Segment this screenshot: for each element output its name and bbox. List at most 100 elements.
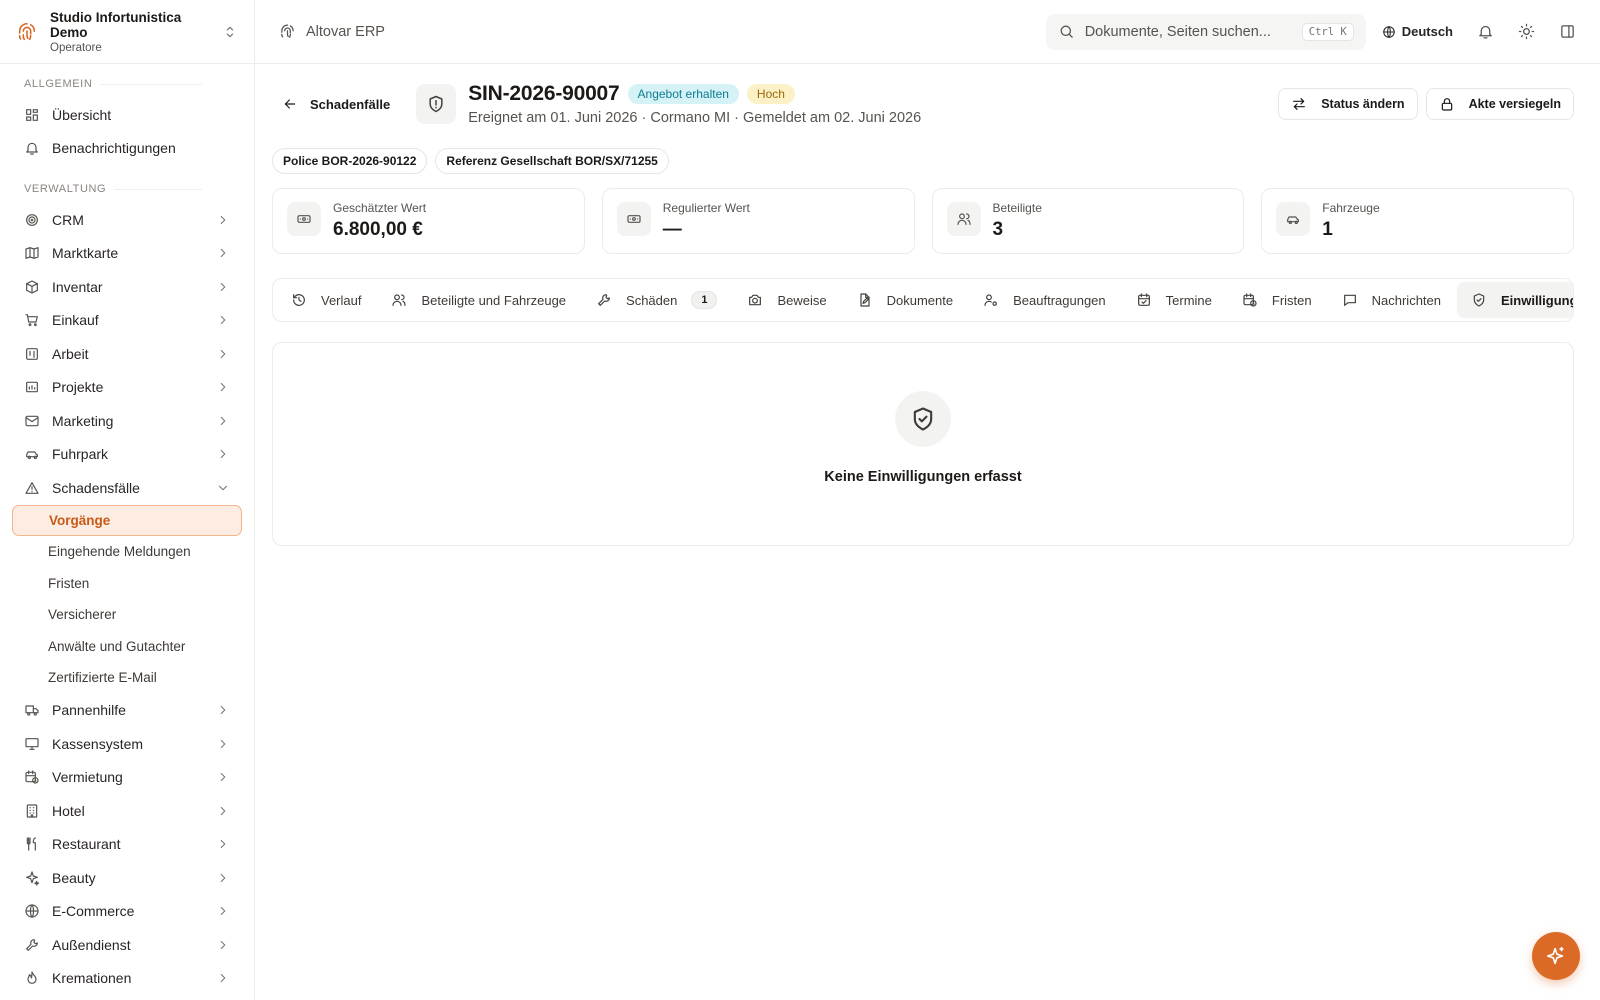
stat-card-settled-value: Regulierter Wert — [601,188,915,254]
car-icon [24,446,40,462]
sidebar-subitem-cases[interactable]: Vorgänge [12,504,242,536]
back-button[interactable]: Schadenfälle [282,96,390,112]
target-icon [24,212,40,228]
sidebar-item-field-service[interactable]: Außendienst [0,928,254,962]
tab-parties-vehicles[interactable]: Beteiligte und Fahrzeuge [377,282,580,318]
tab-label: Beauftragungen [1013,292,1106,308]
tab-label: Termine [1165,292,1212,308]
banknote-icon [287,202,321,236]
sidebar-item-label: Übersicht [52,106,112,123]
section-label-management: VERWALTUNG [0,175,254,203]
sidebar-item-restaurant[interactable]: Restaurant [0,828,254,862]
sidebar-subitem-deadlines[interactable]: Fristen [0,568,254,600]
sidebar-item-cremations[interactable]: Kremationen [0,962,254,996]
kanban-icon [24,346,40,362]
ai-assistant-button[interactable] [1532,932,1580,980]
language-switcher[interactable]: Deutsch [1382,24,1453,39]
bell-icon[interactable] [1477,23,1494,40]
tab-label: Beweise [777,292,827,308]
sidebar-item-projects[interactable]: Projekte [0,371,254,405]
sun-icon[interactable] [1518,23,1535,40]
sidebar-item-label: Projekte [52,379,104,396]
tab-damages[interactable]: Schäden 1 [582,282,731,318]
calendar-check-icon [1136,292,1152,308]
sidebar-item-fleet[interactable]: Fuhrpark [0,438,254,472]
tab-label: Verlauf [321,292,362,308]
arrows-swap-icon [1291,96,1307,112]
sidebar-item-inventory[interactable]: Inventar [0,270,254,304]
chevron-right-icon [216,347,230,361]
policy-chip[interactable]: Police BOR-2026-90122 [272,148,428,174]
tab-consents[interactable]: Einwilligungen [1457,282,1573,318]
priority-badge: Hoch [746,84,795,104]
users-icon [391,292,407,308]
sidebar-item-label: Marketing [52,412,114,429]
chevron-right-icon [216,971,230,985]
stat-label: Geschätzter Wert [333,201,427,215]
tab-assignments[interactable]: Beauftragungen [969,282,1120,318]
sidebar-item-beauty[interactable]: Beauty [0,861,254,895]
chevron-right-icon [216,380,230,394]
sidebar-item-market-map[interactable]: Marktkarte [0,237,254,271]
main-content: Schadenfälle SIN-2026-90007 Angebot erha… [255,64,1600,1000]
org-switcher[interactable]: Studio Infortunistica Demo Operatore [0,0,254,64]
search-shortcut: Ctrl K [1301,22,1354,41]
panel-toggle-icon[interactable] [1559,23,1576,40]
lock-icon [1439,96,1455,112]
arrow-left-icon [282,96,298,112]
sidebar-item-claims[interactable]: Schadensfälle [0,471,254,505]
sidebar-item-label: Pannenhilfe [52,702,126,719]
stats-row: Geschätzter Wert 6.800,00 € Regulierter … [272,188,1574,254]
tab-evidence[interactable]: Beweise [733,282,840,318]
sidebar-item-ecommerce[interactable]: E-Commerce [0,895,254,929]
stat-card-estimated-value: Geschätzter Wert 6.800,00 € [272,188,585,254]
tab-deadlines[interactable]: Fristen [1228,282,1326,318]
sidebar-subitem-certified-email[interactable]: Zertifizierte E-Mail [0,662,254,694]
tab-messages[interactable]: Nachrichten [1328,282,1455,318]
app-brand[interactable]: Altovar ERP [279,23,385,40]
stat-label: Regulierter Wert [662,201,750,215]
sidebar-subitem-incoming-reports[interactable]: Eingehende Meldungen [0,536,254,568]
tab-history[interactable]: Verlauf [277,282,375,318]
company-reference-chip[interactable]: Referenz Gesellschaft BOR/SX/71255 [435,148,669,174]
stat-value: 3 [992,219,1004,240]
sidebar-item-overview[interactable]: Übersicht [0,98,254,132]
search-icon [1058,23,1075,40]
search-input[interactable] [1084,23,1292,40]
sidebar-item-rental[interactable]: Vermietung [0,761,254,795]
sidebar-item-roadside-assistance[interactable]: Pannenhilfe [0,694,254,728]
global-search[interactable]: Ctrl K [1045,13,1366,50]
box-icon [24,279,40,295]
sidebar-item-label: Marktkarte [52,245,119,262]
building-icon [24,803,40,819]
case-header: Schadenfälle SIN-2026-90007 Angebot erha… [272,64,1574,144]
sidebar-item-work[interactable]: Arbeit [0,337,254,371]
chevron-right-icon [216,414,230,428]
change-status-button[interactable]: Status ändern [1278,88,1418,120]
sidebar-item-purchasing[interactable]: Einkauf [0,304,254,338]
chevron-right-icon [216,246,230,260]
seal-file-button[interactable]: Akte versiegeln [1425,88,1574,120]
tab-label: Dokumente [886,292,954,308]
sidebar-item-label: Vermietung [52,769,123,786]
sidebar-subitem-lawyers-experts[interactable]: Anwälte und Gutachter [0,631,254,663]
section-label-general: ALLGEMEIN [0,70,254,98]
tab-documents[interactable]: Dokumente [843,282,967,318]
tab-appointments[interactable]: Termine [1122,282,1226,318]
sidebar-item-notifications[interactable]: Benachrichtigungen [0,132,254,166]
sidebar-item-label: Inventar [52,278,103,295]
sidebar-item-label: Benachrichtigungen [52,140,176,157]
sidebar-item-label: Beauty [52,869,96,886]
sidebar-item-crm[interactable]: CRM [0,203,254,237]
users-icon [946,202,981,236]
chevron-right-icon [216,703,230,717]
chevrons-up-down-icon[interactable] [222,24,238,40]
sidebar-item-marketing[interactable]: Marketing [0,404,254,438]
sidebar-item-hotel[interactable]: Hotel [0,794,254,828]
sidebar-item-pos[interactable]: Kassensystem [0,727,254,761]
sidebar-subitem-insurers[interactable]: Versicherer [0,599,254,631]
globe-icon [1382,25,1396,39]
sidebar-item-label: Kremationen [52,970,132,987]
fingerprint-icon [279,23,296,40]
globe-icon [24,903,40,919]
